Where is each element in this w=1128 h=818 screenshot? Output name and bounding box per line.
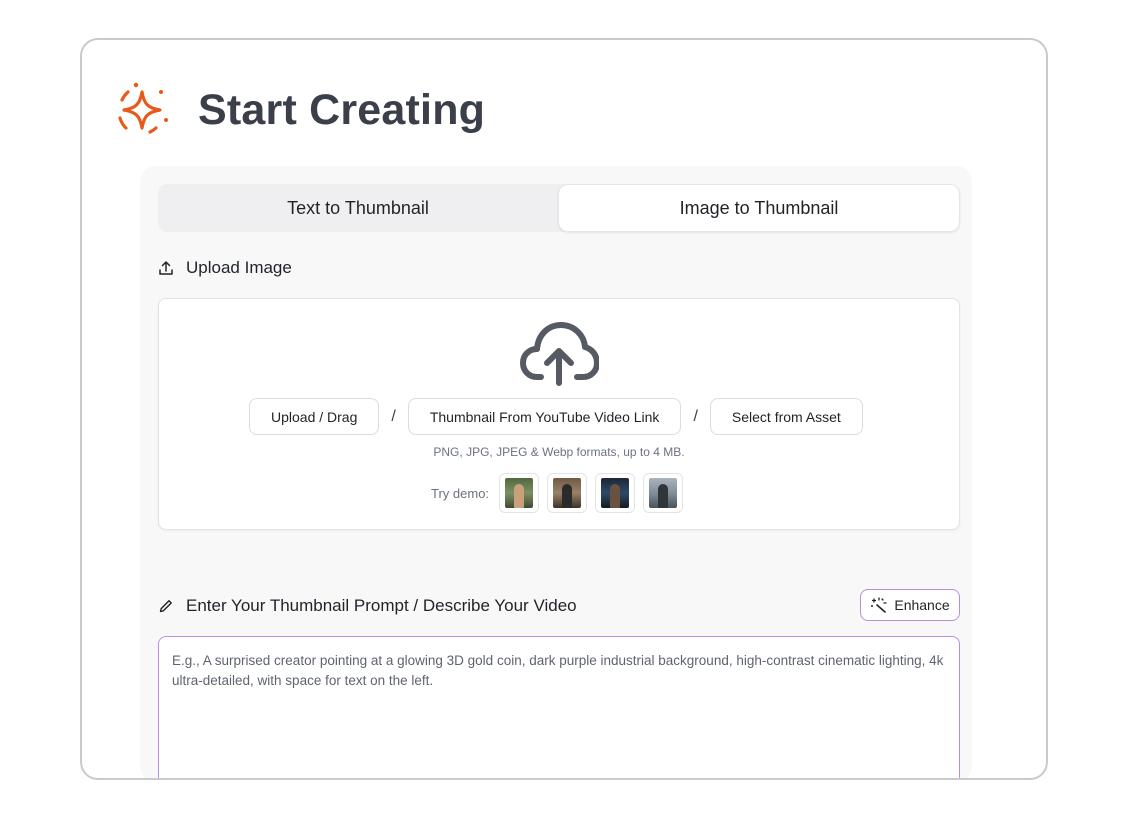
demo-row: Try demo: [431, 473, 684, 513]
prompt-label: Enter Your Thumbnail Prompt / Describe Y… [158, 596, 577, 616]
prompt-label-text: Enter Your Thumbnail Prompt / Describe Y… [186, 596, 577, 615]
upload-image-label-text: Upload Image [186, 258, 292, 277]
pencil-icon [159, 600, 172, 613]
mode-tabs: Text to Thumbnail Image to Thumbnail [158, 184, 960, 232]
magic-wand-icon [871, 597, 888, 613]
start-creating-card: Start Creating Text to Thumbnail Image t… [80, 38, 1048, 780]
upload-dropzone[interactable]: Upload / Drag / Thumbnail From YouTube V… [158, 298, 960, 530]
upload-image-label: Upload Image [158, 258, 292, 278]
demo-image-1[interactable] [499, 473, 540, 513]
separator: / [391, 407, 396, 425]
sparkle-icon [118, 82, 168, 134]
upload-options: Upload / Drag / Thumbnail From YouTube V… [249, 398, 863, 435]
upload-icon [159, 261, 173, 275]
formats-hint: PNG, JPG, JPEG & Webp formats, up to 4 M… [433, 445, 685, 459]
demo-image-4[interactable] [643, 473, 684, 513]
page-title: Start Creating [198, 85, 486, 134]
demo-image-2[interactable] [547, 473, 588, 513]
try-demo-label: Try demo: [431, 485, 490, 501]
card-header: Start Creating [110, 78, 485, 142]
cloud-upload-icon [520, 322, 599, 386]
tab-image-to-thumbnail[interactable]: Image to Thumbnail [558, 184, 960, 232]
tab-text-to-thumbnail[interactable]: Text to Thumbnail [158, 184, 558, 232]
select-asset-button[interactable]: Select from Asset [709, 398, 863, 435]
demo-image-3[interactable] [595, 473, 636, 513]
prompt-textarea[interactable] [158, 636, 960, 778]
upload-drag-button[interactable]: Upload / Drag [249, 398, 380, 435]
youtube-link-button[interactable]: Thumbnail From YouTube Video Link [407, 398, 682, 435]
separator: / [693, 407, 698, 425]
create-panel: Text to Thumbnail Image to Thumbnail Upl… [140, 166, 972, 778]
enhance-button[interactable]: Enhance [860, 589, 960, 621]
enhance-label: Enhance [894, 597, 950, 613]
